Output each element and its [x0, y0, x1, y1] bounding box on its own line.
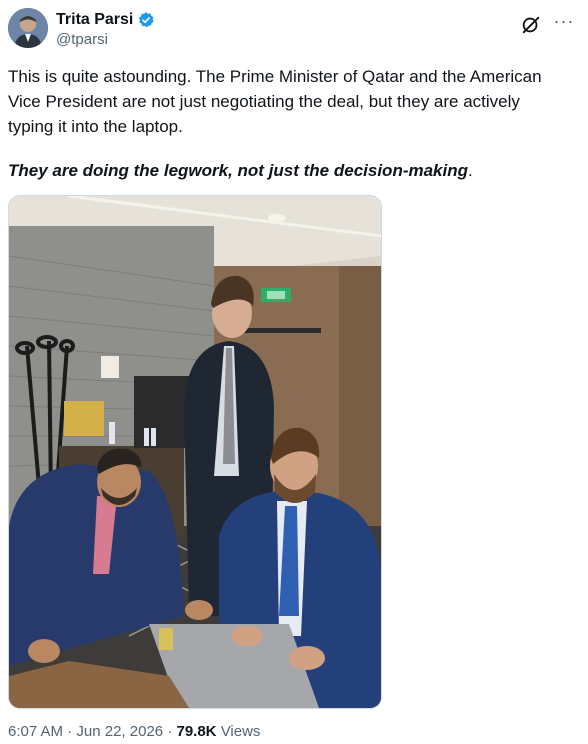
tweet-photo[interactable] — [8, 195, 382, 709]
meta-separator: · — [67, 723, 73, 740]
exit-sign-icon — [267, 291, 285, 299]
tweet-time[interactable]: 6:07 AM — [8, 723, 63, 740]
meta-separator: · — [167, 723, 173, 740]
tweet-card[interactable]: Trita Parsi @tparsi ··· This is quite as… — [0, 0, 588, 744]
avatar[interactable] — [8, 8, 48, 48]
tweet-meta: 6:07 AM · Jun 22, 2026 · 79.8K Views — [8, 722, 260, 742]
tweet-emphasis-period: . — [468, 161, 473, 180]
tweet-date[interactable]: Jun 22, 2026 — [76, 723, 163, 740]
grok-icon[interactable] — [520, 14, 542, 36]
author-info: Trita Parsi @tparsi — [56, 10, 155, 50]
tweet-header: Trita Parsi @tparsi ··· — [8, 8, 580, 52]
views-count[interactable]: 79.8K — [176, 723, 216, 740]
tweet-text-paragraph: This is quite astounding. The Prime Mini… — [8, 67, 542, 136]
tweet-emphasis-text: They are doing the legwork, not just the… — [8, 161, 469, 180]
display-name[interactable]: Trita Parsi — [56, 10, 133, 30]
tweet-emphasis: They are doing the legwork, not just the… — [8, 158, 473, 183]
more-icon[interactable]: ··· — [552, 12, 576, 33]
views-label: Views — [220, 723, 261, 740]
verified-badge-icon — [137, 11, 155, 29]
handle[interactable]: @tparsi — [56, 30, 155, 50]
tweet-text: This is quite astounding. The Prime Mini… — [8, 64, 568, 139]
